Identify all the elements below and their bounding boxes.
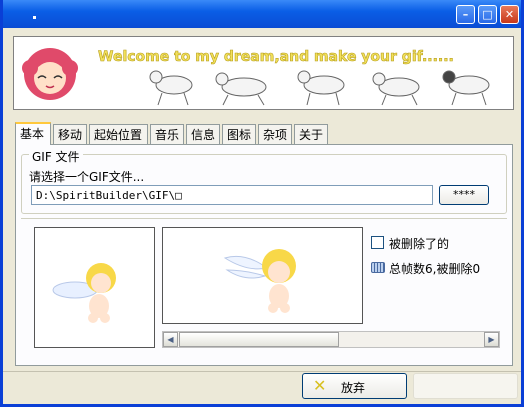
film-frames-icon xyxy=(371,262,385,273)
frame-count-text: 总帧数6,被删除0 xyxy=(389,262,481,276)
preview-scrollbar[interactable]: ◀ ▶ xyxy=(162,331,500,348)
banner-text: Welcome to my dream,and make your gif...… xyxy=(98,49,454,66)
tab-basic[interactable]: 基本 xyxy=(15,122,51,145)
scroll-right-icon[interactable]: ▶ xyxy=(484,332,499,347)
running-dogs-icon xyxy=(149,70,490,106)
tab-movement[interactable]: 移动 xyxy=(53,124,87,144)
gif-preview-large xyxy=(162,227,363,324)
gif-preview-small xyxy=(34,227,155,348)
welcome-banner: Welcome to my dream,and make your gif...… xyxy=(13,36,514,110)
disabled-button xyxy=(413,373,518,399)
tab-music[interactable]: 音乐 xyxy=(150,124,184,144)
angel-sprite-icon xyxy=(223,249,296,313)
section-divider xyxy=(21,218,507,219)
scroll-left-icon[interactable]: ◀ xyxy=(163,332,178,347)
deleted-checkbox-label: 被删除了的 xyxy=(389,237,450,251)
gif-group-legend: GIF 文件 xyxy=(29,148,83,165)
deleted-checkbox[interactable] xyxy=(371,236,384,249)
tab-misc[interactable]: 杂项 xyxy=(258,124,292,144)
minimize-button[interactable]: – xyxy=(456,5,475,24)
angel-sprite-icon xyxy=(52,263,116,323)
title-bar[interactable]: – □ ✕ xyxy=(3,0,521,28)
tab-info[interactable]: 信息 xyxy=(186,124,220,144)
app-icon xyxy=(33,16,36,19)
gif-select-prompt: 请选择一个GIF文件... xyxy=(29,170,145,184)
maximize-button[interactable]: □ xyxy=(478,5,497,24)
cancel-button-label: 放弃 xyxy=(341,381,366,395)
footer-divider xyxy=(3,371,521,372)
scroll-thumb[interactable] xyxy=(179,332,339,347)
gif-path-input[interactable] xyxy=(31,185,433,205)
girl-avatar-icon xyxy=(22,48,78,100)
tab-start-position[interactable]: 起始位置 xyxy=(89,124,148,144)
close-button[interactable]: ✕ xyxy=(500,5,519,24)
tab-icon[interactable]: 图标 xyxy=(222,124,256,144)
cancel-button[interactable]: ✕ 放弃 xyxy=(302,373,407,399)
browse-button[interactable]: **** xyxy=(439,185,489,205)
tab-about[interactable]: 关于 xyxy=(294,124,328,144)
cancel-x-icon: ✕ xyxy=(313,376,327,395)
main-window: – □ ✕ Welcome to my dream,and make your … xyxy=(0,0,524,407)
